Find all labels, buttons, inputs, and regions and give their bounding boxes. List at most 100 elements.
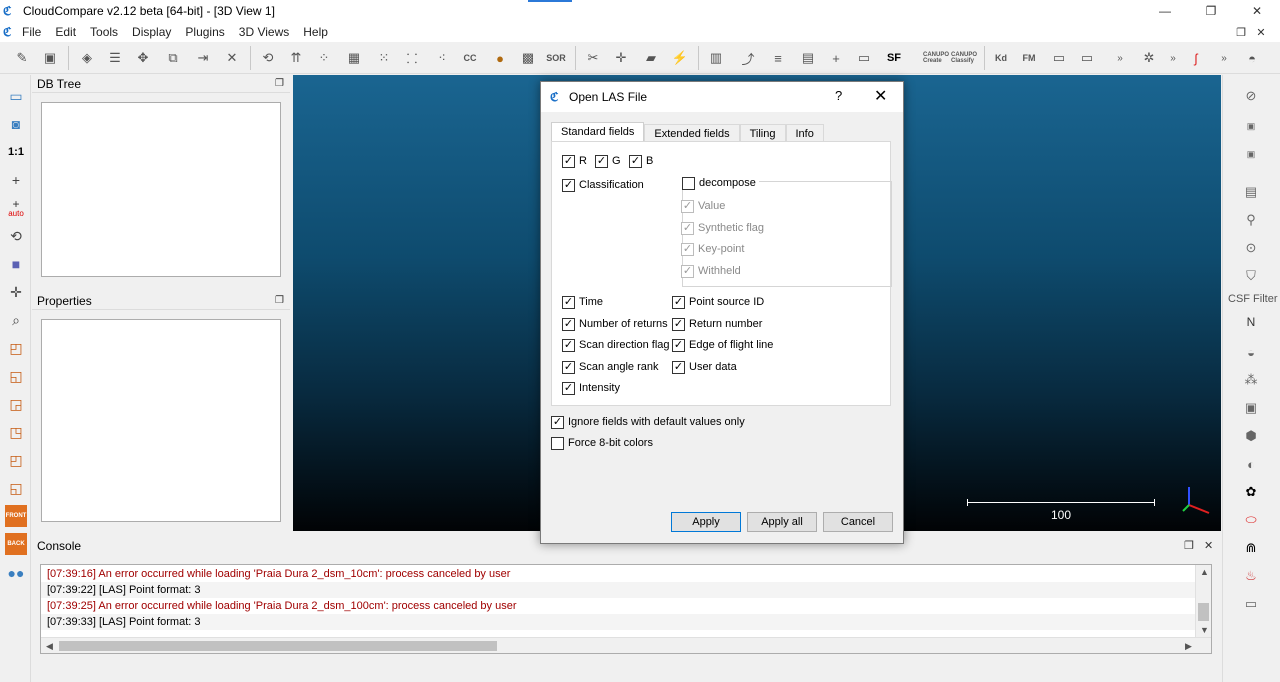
m3c2-icon[interactable]: ⁂ <box>1240 369 1262 391</box>
back-view-icon[interactable]: ◳ <box>5 421 27 443</box>
float-panel-icon[interactable]: ❐ <box>275 75 284 93</box>
help-button[interactable]: ? <box>835 88 842 103</box>
add-sf-icon[interactable]: + <box>826 48 846 68</box>
back-iso-button[interactable]: BACK <box>5 533 27 555</box>
intensity-checkbox[interactable]: ✓ Intensity <box>562 381 620 395</box>
plane-icon[interactable]: ▰ <box>641 48 661 68</box>
mdi-close-button[interactable]: ✕ <box>1252 22 1270 42</box>
db-tree-panel[interactable] <box>41 102 281 277</box>
restore-button[interactable]: ❐ <box>1188 0 1234 22</box>
vertical-scroll-thumb[interactable] <box>1198 603 1209 621</box>
bunny-icon[interactable]: ● <box>490 48 510 68</box>
polygon-icon[interactable]: ⬢ <box>1240 425 1262 447</box>
auto-pivot-button[interactable]: + auto <box>5 197 27 219</box>
apply-button[interactable]: Apply <box>671 512 741 532</box>
sample-icon[interactable]: ▦ <box>344 48 364 68</box>
right-view-icon[interactable]: ◰ <box>5 449 27 471</box>
fm-icon[interactable]: FM <box>1019 48 1039 68</box>
user-data-checkbox[interactable]: ✓ User data <box>672 360 737 374</box>
dialog-close-button[interactable]: ✕ <box>874 86 887 106</box>
calculator-icon[interactable]: ▤ <box>798 48 818 68</box>
tab-standard-fields[interactable]: Standard fields <box>551 122 645 142</box>
monitor-icon[interactable]: ▭ <box>5 85 27 107</box>
canupo-create-icon[interactable]: CANUPO Create <box>923 48 949 68</box>
distance-icon[interactable]: ⚡ <box>670 48 690 68</box>
clone-icon[interactable]: ◈ <box>77 48 97 68</box>
mdi-restore-button[interactable]: ❐ <box>1232 22 1250 42</box>
hpr-icon[interactable]: ◒ <box>1240 341 1262 363</box>
subsample-icon[interactable]: ⁘ <box>314 48 334 68</box>
animation-icon[interactable]: ▤ <box>1240 181 1262 203</box>
sphere-icon[interactable]: ◓ <box>1242 48 1262 68</box>
close-button[interactable]: ✕ <box>1234 0 1280 22</box>
edge-of-flight-line-checkbox[interactable]: ✓ Edge of flight line <box>672 338 773 352</box>
classification-checkbox[interactable]: ✓ Classification <box>562 178 644 192</box>
cancel-button[interactable]: Cancel <box>823 512 893 532</box>
checker-icon[interactable]: ▩ <box>518 48 538 68</box>
console-panel[interactable]: [07:39:16] An error occurred while loadi… <box>40 564 1212 654</box>
segment-icon[interactable]: ⧉ <box>163 48 183 68</box>
minimize-button[interactable]: — <box>1142 0 1188 22</box>
g-checkbox[interactable]: ✓ G <box>595 154 621 168</box>
open-icon[interactable]: ✎ <box>12 48 32 68</box>
remove-sf-icon[interactable]: ▭ <box>854 48 874 68</box>
scroll-right-icon[interactable]: ▶ <box>1185 641 1192 652</box>
menu-3d-views[interactable]: 3D Views <box>232 25 296 39</box>
ransac-icon[interactable]: ʃ <box>1186 48 1206 68</box>
console-vertical-scrollbar[interactable]: ▲ ▼ <box>1195 565 1211 638</box>
menu-help[interactable]: Help <box>296 25 335 39</box>
horizontal-scroll-thumb[interactable] <box>59 641 497 651</box>
merge-icon[interactable]: ⇥ <box>193 48 213 68</box>
toolbar-overflow-icon-3[interactable]: » <box>1214 48 1234 68</box>
camera-icon[interactable]: ◙ <box>5 113 27 135</box>
delete-icon[interactable]: ✕ <box>222 48 242 68</box>
zoom-icon[interactable]: ⌕ <box>5 309 27 331</box>
return-number-checkbox[interactable]: ✓ Return number <box>672 317 762 331</box>
ssao-icon[interactable]: ▣ <box>1240 143 1262 165</box>
menu-display[interactable]: Display <box>125 25 178 39</box>
cc-icon[interactable]: CC <box>460 48 480 68</box>
density-icon[interactable]: ⸬ <box>402 48 422 68</box>
export-icon[interactable]: ▭ <box>1049 48 1069 68</box>
scroll-left-icon[interactable]: ◀ <box>46 641 53 652</box>
box-icon[interactable]: ■ <box>5 253 27 275</box>
float-panel-icon[interactable]: ❐ <box>275 292 284 310</box>
export2-icon[interactable]: ▭ <box>1077 48 1097 68</box>
point-source-id-checkbox[interactable]: ✓ Point source ID <box>672 295 764 309</box>
pivot-icon[interactable]: + <box>5 169 27 191</box>
kd-icon[interactable]: Kd <box>991 48 1011 68</box>
pcv-icon[interactable]: ▣ <box>1240 397 1262 419</box>
minmax-icon[interactable]: ≡ <box>768 48 788 68</box>
canupo-classify-icon[interactable]: CANUPO Classify <box>951 48 977 68</box>
rotate-icon[interactable]: ⟲ <box>5 225 27 247</box>
translate-icon[interactable]: ✥ <box>133 48 153 68</box>
plugin-icon[interactable]: ✲ <box>1139 48 1159 68</box>
edl-icon[interactable]: ▣ <box>1240 115 1262 137</box>
front-view-icon[interactable]: ◱ <box>5 365 27 387</box>
histogram-icon[interactable]: ▥ <box>706 48 726 68</box>
scissors-icon[interactable]: ✂ <box>583 48 603 68</box>
ignore-default-checkbox[interactable]: ✓ Ignore fields with default values only <box>551 415 745 429</box>
rsd-icon[interactable]: ◐ <box>1240 453 1262 475</box>
decompose-checkbox[interactable]: decompose <box>679 176 759 190</box>
sf-icon[interactable]: SF <box>884 48 904 68</box>
console-close-icon[interactable]: ✕ <box>1204 537 1213 555</box>
scan-angle-rank-checkbox[interactable]: ✓ Scan angle rank <box>562 360 659 374</box>
b-checkbox[interactable]: ✓ B <box>629 154 653 168</box>
scroll-up-icon[interactable]: ▲ <box>1200 567 1209 577</box>
toolbar-overflow-icon-2[interactable]: » <box>1163 48 1183 68</box>
ruler-icon[interactable]: ▭ <box>1240 593 1262 615</box>
no-entry-icon[interactable]: ⊘ <box>1240 85 1262 107</box>
front-iso-button[interactable]: FRONT <box>5 505 27 527</box>
save-icon[interactable]: ▣ <box>40 48 60 68</box>
curve-icon[interactable]: ⤴ <box>738 48 758 68</box>
zoom-one-to-one-button[interactable]: 1:1 <box>5 141 27 163</box>
number-of-returns-checkbox[interactable]: ✓ Number of returns <box>562 317 668 331</box>
menu-edit[interactable]: Edit <box>48 25 83 39</box>
bottom-view-icon[interactable]: ◱ <box>5 477 27 499</box>
apply-all-button[interactable]: Apply all <box>747 512 817 532</box>
sor-icon[interactable]: SOR <box>546 48 566 68</box>
toolbar-overflow-icon[interactable]: » <box>1110 48 1130 68</box>
app-menu-icon[interactable]: ℭ <box>3 25 11 39</box>
time-checkbox[interactable]: ✓ Time <box>562 295 603 309</box>
